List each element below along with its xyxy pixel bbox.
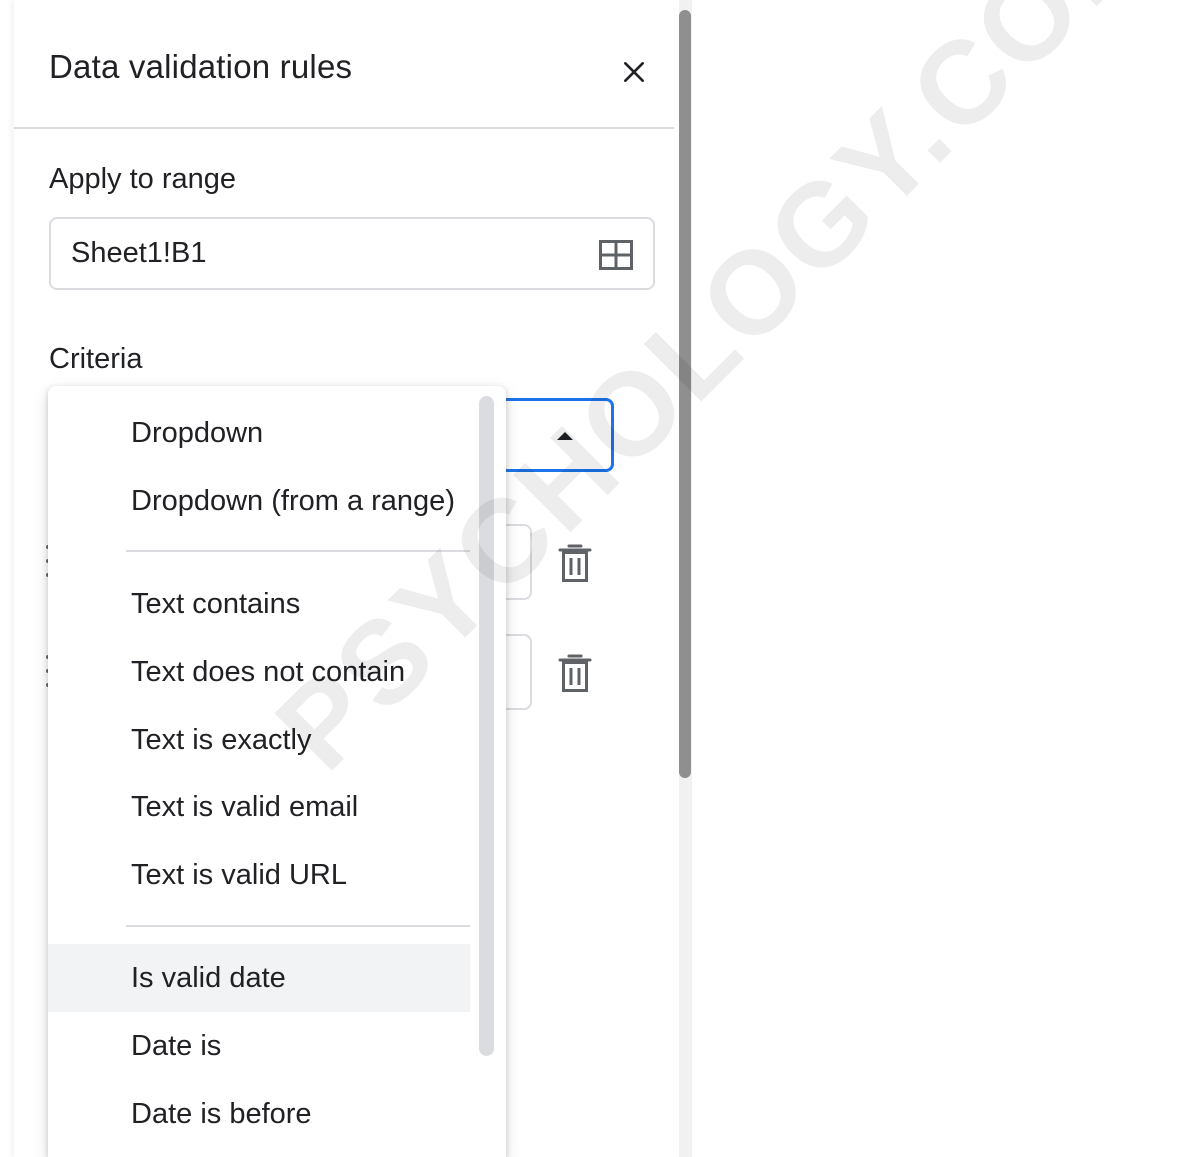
close-icon xyxy=(624,62,644,82)
menu-item-text-is-valid-email[interactable]: Text is valid email xyxy=(48,773,470,841)
panel-title: Data validation rules xyxy=(49,48,353,85)
range-input-box[interactable] xyxy=(49,217,655,290)
menu-item-text-does-not-contain[interactable]: Text does not contain xyxy=(48,638,470,706)
menu-item-text-is-exactly[interactable]: Text is exactly xyxy=(48,706,470,774)
trash-icon xyxy=(558,544,592,582)
panel-scrollbar[interactable] xyxy=(679,10,691,778)
apply-to-range-label: Apply to range xyxy=(49,163,237,195)
criteria-label: Criteria xyxy=(49,343,143,375)
caret-up-icon xyxy=(557,432,573,440)
menu-item-is-valid-date[interactable]: Is valid date xyxy=(48,944,470,1012)
delete-value-button[interactable] xyxy=(552,540,598,586)
menu-item-date-is-before[interactable]: Date is before xyxy=(48,1080,470,1148)
menu-item-dropdown-from-range[interactable]: Dropdown (from a range) xyxy=(48,467,470,535)
trash-icon xyxy=(558,654,592,692)
menu-divider xyxy=(126,925,470,927)
menu-divider xyxy=(126,550,470,552)
range-input[interactable] xyxy=(69,236,573,271)
menu-item-text-is-valid-url[interactable]: Text is valid URL xyxy=(48,841,470,909)
menu-item-text-contains[interactable]: Text contains xyxy=(48,570,470,638)
select-range-grid-icon[interactable] xyxy=(599,240,633,275)
criteria-dropdown-menu: Dropdown Dropdown (from a range) Text co… xyxy=(48,386,506,1157)
header-divider xyxy=(14,127,674,129)
menu-item-dropdown[interactable]: Dropdown xyxy=(48,399,470,467)
delete-value-button[interactable] xyxy=(552,650,598,696)
close-button[interactable] xyxy=(612,50,656,94)
menu-scrollbar[interactable] xyxy=(479,396,494,1056)
menu-item-date-is[interactable]: Date is xyxy=(48,1012,470,1080)
